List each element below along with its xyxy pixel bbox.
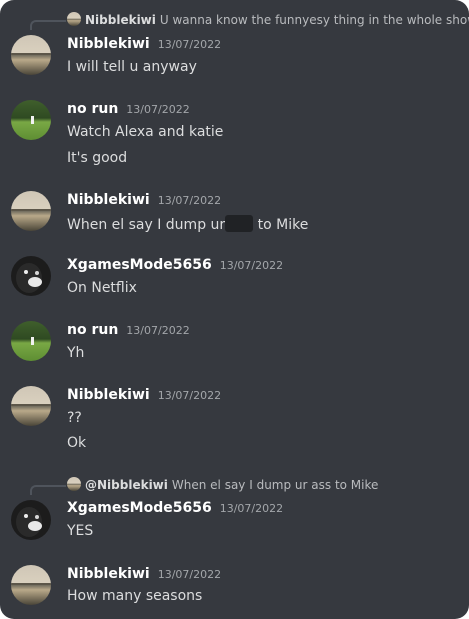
message-text: Ok [67,435,87,451]
reply-avatar [67,477,81,491]
reply-author[interactable]: @Nibblekiwi [85,478,168,492]
author-name[interactable]: XgamesMode5656 13/07/2022 [67,257,283,273]
message-text: On Netflix [67,280,137,296]
timestamp: 13/07/2022 [157,568,222,581]
message-text-before: When el say I dump ur [67,217,226,233]
author-label[interactable]: XgamesMode5656 [67,257,212,273]
author-label[interactable]: Nibblekiwi [67,192,150,208]
avatar[interactable] [11,565,51,605]
chat-panel: Nibblekiwi U wanna know the funnyesy thin… [0,0,469,619]
reply-spine [30,20,66,30]
avatar[interactable] [11,35,51,75]
spoiler-block[interactable] [225,215,254,232]
reply-preview[interactable]: @Nibblekiwi When el say I dump ur ass to … [67,477,378,493]
message-text: Yh [67,345,85,361]
avatar[interactable] [11,500,51,540]
author-name[interactable]: Nibblekiwi 13/07/2022 [67,566,221,582]
message-text: ?? [67,410,82,426]
reply-author[interactable]: Nibblekiwi [85,13,156,27]
avatar[interactable] [11,100,51,140]
author-name[interactable]: no run 13/07/2022 [67,101,190,117]
message-text: When el say I dump ur to Mike [67,215,308,233]
message-text: How many seasons [67,588,203,604]
timestamp: 13/07/2022 [219,502,284,515]
timestamp: 13/07/2022 [157,389,222,402]
message-text: I will tell u anyway [67,59,197,75]
author-label[interactable]: XgamesMode5656 [67,500,212,516]
reply-spine [30,485,66,495]
author-label[interactable]: no run [67,101,118,117]
author-name[interactable]: Nibblekiwi 13/07/2022 [67,192,221,208]
avatar[interactable] [11,321,51,361]
avatar[interactable] [11,191,51,231]
author-name[interactable]: Nibblekiwi 13/07/2022 [67,387,221,403]
author-label[interactable]: Nibblekiwi [67,387,150,403]
timestamp: 13/07/2022 [219,259,284,272]
author-label[interactable]: Nibblekiwi [67,36,150,52]
author-name[interactable]: Nibblekiwi 13/07/2022 [67,36,221,52]
timestamp: 13/07/2022 [126,103,190,116]
author-label[interactable]: Nibblekiwi [67,566,150,582]
author-name[interactable]: XgamesMode5656 13/07/2022 [67,500,283,516]
avatar[interactable] [11,386,51,426]
author-label[interactable]: no run [67,322,118,338]
reply-preview[interactable]: Nibblekiwi U wanna know the funnyesy thin… [67,12,469,28]
message-text-after: to Mike [257,217,309,233]
timestamp: 13/07/2022 [126,324,190,337]
avatar[interactable] [11,256,51,296]
message-text: Watch Alexa and katie [67,124,224,140]
reply-text: U wanna know the funnyesy thing in the w… [159,13,469,27]
reply-avatar [67,12,81,26]
message-text: It's good [67,150,128,166]
timestamp: 13/07/2022 [157,194,222,207]
timestamp: 13/07/2022 [157,38,222,51]
message-text: YES [67,523,94,539]
author-name[interactable]: no run 13/07/2022 [67,322,190,338]
reply-text: When el say I dump ur ass to Mike [171,478,379,492]
